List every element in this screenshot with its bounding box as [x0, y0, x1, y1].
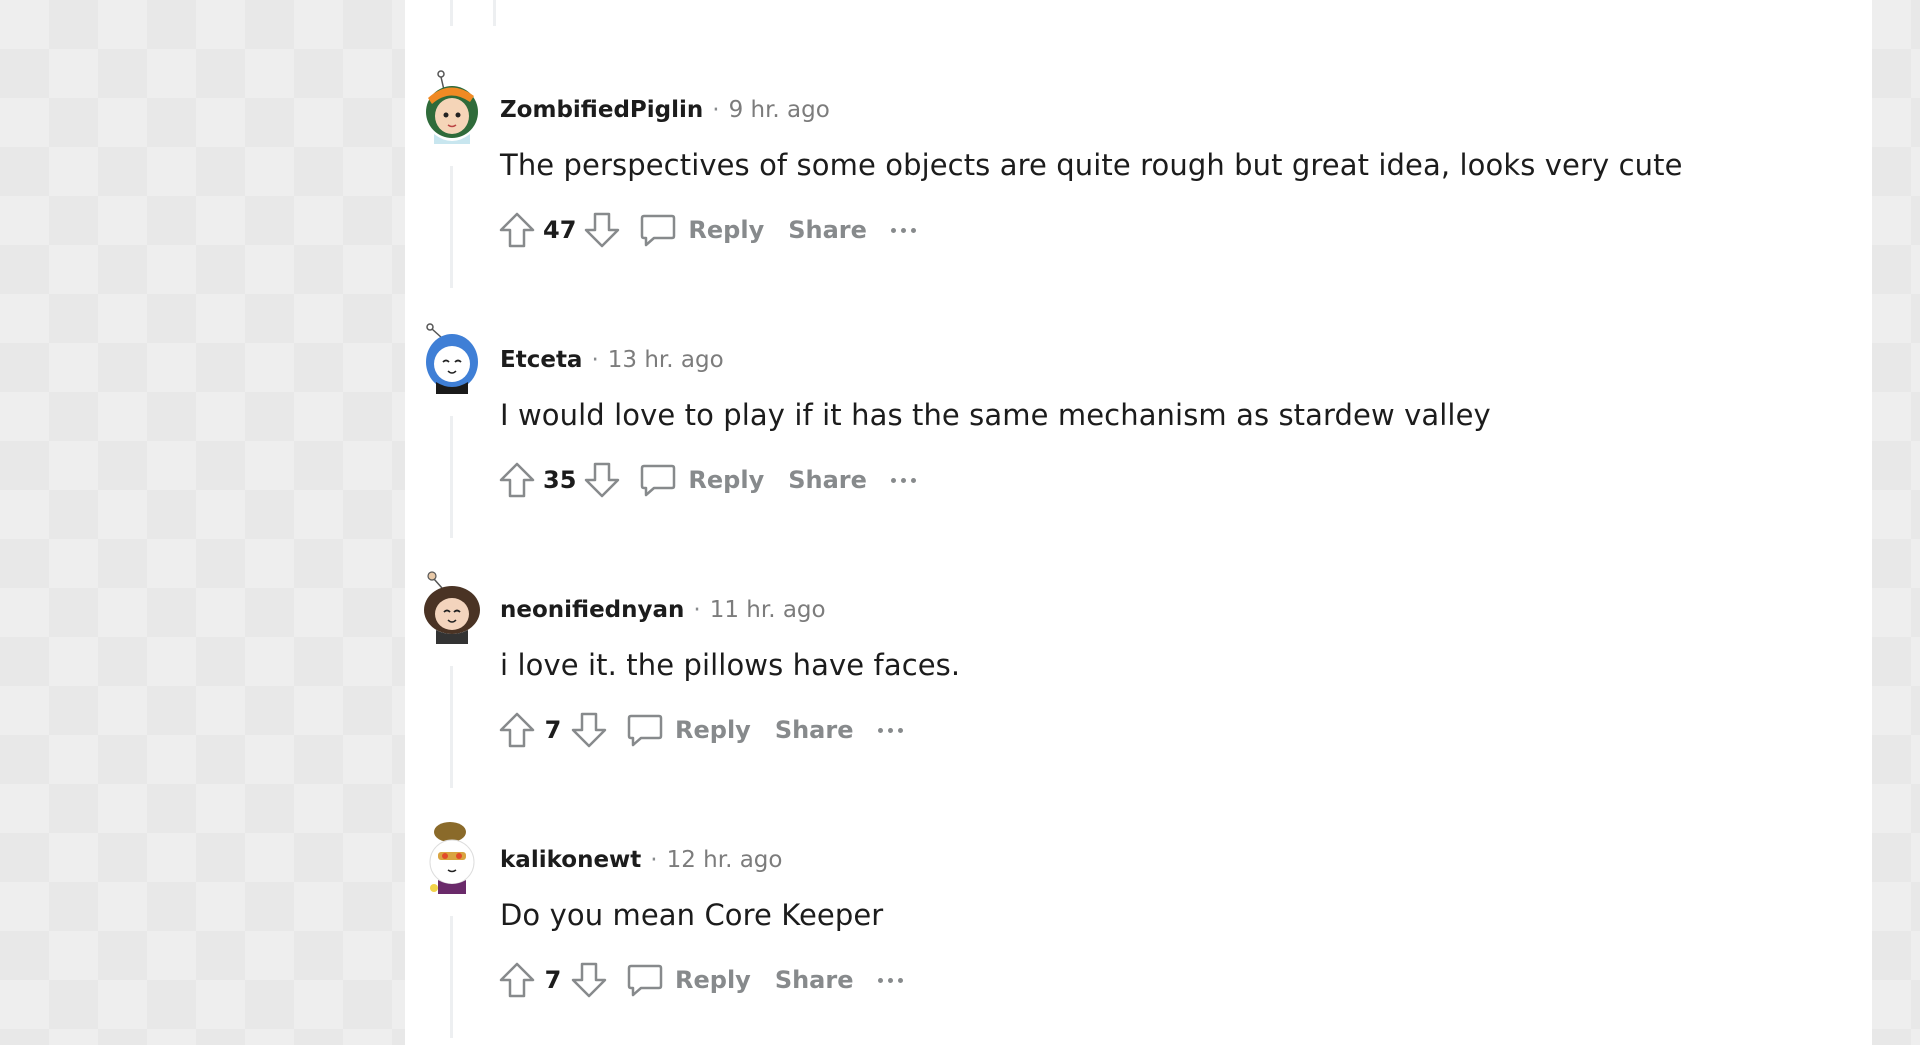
comment-icon [627, 964, 663, 997]
thread-line[interactable] [450, 416, 453, 538]
comment: kalikonewt · 12 hr. ago Do you mean Core… [405, 818, 1872, 1045]
timestamp[interactable]: 13 hr. ago [608, 347, 724, 373]
reply-button[interactable]: Reply [638, 208, 764, 252]
reply-label: Reply [675, 716, 751, 744]
thread-line[interactable] [450, 666, 453, 788]
vote-score: 35 [543, 466, 577, 494]
timestamp[interactable]: 12 hr. ago [667, 847, 783, 873]
thread-line[interactable] [450, 916, 453, 1038]
vote-score: 7 [544, 966, 562, 994]
author-name[interactable]: kalikonewt [500, 847, 641, 873]
more-options-icon[interactable] [877, 708, 908, 752]
author-name[interactable]: ZombifiedPiglin [500, 97, 703, 123]
downvote-icon[interactable] [580, 208, 624, 252]
avatar[interactable] [420, 318, 482, 394]
downvote-icon[interactable] [567, 958, 611, 1002]
thread-line[interactable] [493, 0, 496, 26]
comment-meta: ZombifiedPiglin · 9 hr. ago [500, 96, 830, 124]
upvote-icon[interactable] [495, 958, 539, 1002]
vote-score: 47 [543, 216, 577, 244]
reply-button[interactable]: Reply [638, 458, 764, 502]
separator: · [712, 97, 720, 123]
separator: · [591, 347, 599, 373]
comment-actions: 7 Reply Share [495, 708, 908, 752]
author-name[interactable]: Etceta [500, 347, 582, 373]
share-button[interactable]: Share [788, 466, 867, 494]
reply-label: Reply [688, 216, 765, 244]
vote-score: 7 [544, 716, 562, 744]
comment: Etceta · 13 hr. ago I would love to play… [405, 318, 1872, 568]
more-options-icon[interactable] [890, 458, 921, 502]
comment-body: The perspectives of some objects are qui… [500, 148, 1683, 182]
reply-label: Reply [688, 466, 765, 494]
comment-icon [641, 214, 676, 247]
comment: ZombifiedPiglin · 9 hr. ago The perspect… [405, 68, 1872, 318]
timestamp[interactable]: 11 hr. ago [710, 597, 826, 623]
comment-body: Do you mean Core Keeper [500, 898, 884, 932]
downvote-icon[interactable] [580, 458, 624, 502]
avatar[interactable] [420, 68, 482, 144]
reply-button[interactable]: Reply [625, 958, 751, 1002]
thread-line[interactable] [450, 166, 453, 288]
share-button[interactable]: Share [775, 716, 854, 744]
comment: neonifiednyan · 11 hr. ago i love it. th… [405, 568, 1872, 818]
comment-actions: 47 Reply Share [495, 208, 921, 252]
more-options-icon[interactable] [890, 208, 921, 252]
comment-body: I would love to play if it has the same … [500, 398, 1491, 432]
share-button[interactable]: Share [775, 966, 854, 994]
separator: · [650, 847, 658, 873]
comment-meta: neonifiednyan · 11 hr. ago [500, 596, 826, 624]
comment-actions: 35 Reply Share [495, 458, 921, 502]
comment-icon [627, 714, 663, 747]
comment-actions: 7 Reply Share [495, 958, 908, 1002]
comments-panel: ZombifiedPiglin · 9 hr. ago The perspect… [405, 0, 1872, 1045]
timestamp[interactable]: 9 hr. ago [729, 97, 830, 123]
thread-line[interactable] [450, 0, 453, 26]
reply-label: Reply [675, 966, 751, 994]
author-name[interactable]: neonifiednyan [500, 597, 684, 623]
upvote-icon[interactable] [495, 708, 539, 752]
share-button[interactable]: Share [788, 216, 867, 244]
more-options-icon[interactable] [877, 958, 908, 1002]
comment-meta: kalikonewt · 12 hr. ago [500, 846, 782, 874]
reply-button[interactable]: Reply [625, 708, 751, 752]
comment-icon [641, 464, 676, 497]
avatar[interactable] [420, 818, 482, 894]
comment-meta: Etceta · 13 hr. ago [500, 346, 724, 374]
avatar[interactable] [420, 568, 482, 644]
separator: · [693, 597, 701, 623]
upvote-icon[interactable] [495, 458, 539, 502]
comment-body: i love it. the pillows have faces. [500, 648, 961, 682]
upvote-icon[interactable] [495, 208, 539, 252]
downvote-icon[interactable] [567, 708, 611, 752]
